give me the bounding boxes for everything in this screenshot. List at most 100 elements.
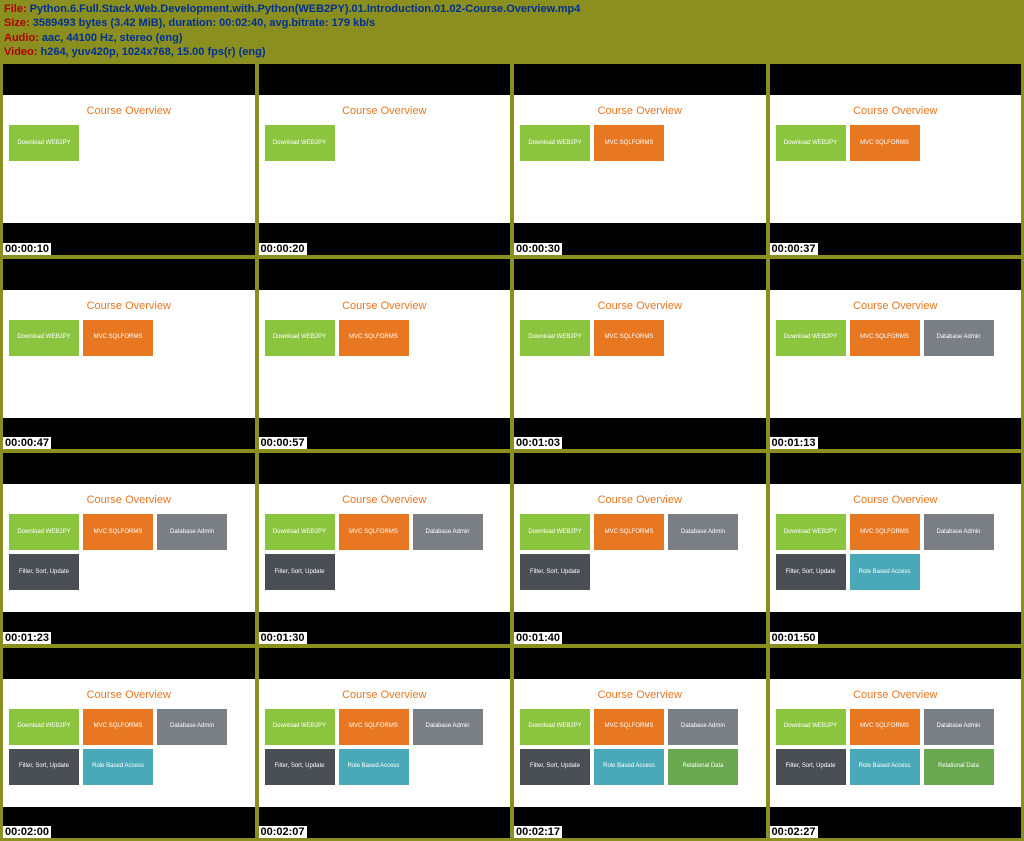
tile-download: Download WEB2PY [776, 514, 846, 550]
tile-filter: Filter, Sort, Update [776, 554, 846, 590]
slide-title: Course Overview [853, 689, 937, 701]
thumbnail-cell[interactable]: Course OverviewDownload WEB2PYMVC SQLFOR… [770, 453, 1022, 644]
media-info-header: File: Python.6.Full.Stack.Web.Developmen… [0, 0, 1024, 61]
timecode: 00:00:10 [3, 243, 51, 255]
slide-title: Course Overview [87, 300, 171, 312]
tile-mvc: MVC SQLFORMS [339, 320, 409, 356]
timecode: 00:01:50 [770, 632, 818, 644]
tile-filter: Filter, Sort, Update [9, 554, 79, 590]
thumbnail-cell[interactable]: Course OverviewDownload WEB2PYMVC SQLFOR… [3, 648, 255, 839]
tile-grid: Download WEB2PYMVC SQLFORMS [520, 320, 664, 356]
tile-dbadmin: Database Admin [924, 320, 994, 356]
thumbnail-cell[interactable]: Course OverviewDownload WEB2PYMVC SQLFOR… [514, 453, 766, 644]
tile-download: Download WEB2PY [776, 320, 846, 356]
tile-dbadmin: Database Admin [413, 709, 483, 745]
thumbnail-cell[interactable]: Course OverviewDownload WEB2PY00:00:20 [259, 64, 511, 255]
tile-grid: Download WEB2PYMVC SQLFORMSDatabase Admi… [776, 709, 994, 785]
slide-title: Course Overview [853, 300, 937, 312]
tile-grid: Download WEB2PYMVC SQLFORMSDatabase Admi… [9, 709, 227, 785]
tile-download: Download WEB2PY [265, 709, 335, 745]
slide-title: Course Overview [87, 494, 171, 506]
timecode: 00:01:23 [3, 632, 51, 644]
tile-mvc: MVC SQLFORMS [850, 320, 920, 356]
tile-download: Download WEB2PY [776, 125, 846, 161]
slide: Course OverviewDownload WEB2PYMVC SQLFOR… [770, 95, 1022, 223]
timecode: 00:00:37 [770, 243, 818, 255]
tile-grid: Download WEB2PYMVC SQLFORMSDatabase Admi… [9, 514, 227, 590]
audio-line: Audio: aac, 44100 Hz, stereo (eng) [4, 31, 1020, 45]
slide-wrap: Course OverviewDownload WEB2PYMVC SQLFOR… [770, 453, 1022, 644]
thumbnail-cell[interactable]: Course Overview Download WEB2PYMVC SQLFOR… [514, 259, 766, 450]
thumbnail-cell[interactable]: Course OverviewDownload WEB2PYMVC SQLFOR… [259, 648, 511, 839]
tile-mvc: MVC SQLFORMS [594, 514, 664, 550]
slide: Course Overview Download WEB2PYMVC SQLFOR… [514, 95, 766, 223]
tile-mvc: MVC SQLFORMS [850, 125, 920, 161]
thumbnail-cell[interactable]: Course Overview Download WEB2PYMVC SQLFOR… [3, 453, 255, 644]
timecode: 00:01:03 [514, 437, 562, 449]
video-label: Video: [4, 46, 40, 58]
tile-filter: Filter, Sort, Update [776, 749, 846, 785]
slide: Course Overview Download WEB2PYMVC SQLFOR… [770, 290, 1022, 418]
tile-download: Download WEB2PY [520, 320, 590, 356]
thumbnail-cell[interactable]: Course Overview Download WEB2PYMVC SQLFOR… [259, 453, 511, 644]
slide-title: Course Overview [598, 300, 682, 312]
thumbnail-cell[interactable]: Course Overview Download WEB2PYMVC SQLFOR… [3, 259, 255, 450]
tile-download: Download WEB2PY [520, 709, 590, 745]
tile-rba: Role Based Access [850, 554, 920, 590]
video-value: h264, yuv420p, 1024x768, 15.00 fps(r) (e… [40, 46, 265, 58]
tile-download: Download WEB2PY [9, 320, 79, 356]
timecode: 00:00:57 [259, 437, 307, 449]
tile-mvc: MVC SQLFORMS [339, 514, 409, 550]
tile-dbadmin: Database Admin [413, 514, 483, 550]
tile-mvc: MVC SQLFORMS [594, 125, 664, 161]
thumbnail-cell[interactable]: Course OverviewDownload WEB2PYMVC SQLFOR… [259, 259, 511, 450]
tile-download: Download WEB2PY [520, 514, 590, 550]
tile-grid: Download WEB2PYMVC SQLFORMSDatabase Admi… [520, 709, 738, 785]
slide: Course OverviewDownload WEB2PYMVC SQLFOR… [770, 484, 1022, 612]
size-value: 3589493 bytes (3.42 MiB), duration: 00:0… [33, 17, 375, 29]
slide-title: Course Overview [342, 105, 426, 117]
timecode: 00:01:13 [770, 437, 818, 449]
tile-rba: Role Based Access [594, 749, 664, 785]
tile-dbadmin: Database Admin [157, 514, 227, 550]
thumbnail-cell[interactable]: Course OverviewDownload WEB2PYMVC SQLFOR… [514, 648, 766, 839]
tile-download: Download WEB2PY [265, 514, 335, 550]
tile-grid: Download WEB2PY [265, 125, 335, 161]
slide-wrap: Course OverviewDownload WEB2PYMVC SQLFOR… [770, 64, 1022, 255]
audio-value: aac, 44100 Hz, stereo (eng) [42, 32, 183, 44]
slide-wrap: Course Overview Download WEB2PYMVC SQLFOR… [770, 259, 1022, 450]
slide-wrap: Course OverviewDownload WEB2PY [3, 64, 255, 255]
slide-wrap: Course OverviewDownload WEB2PYMVC SQLFOR… [514, 453, 766, 644]
thumbnail-cell[interactable]: Course Overview Download WEB2PYMVC SQLFOR… [770, 648, 1022, 839]
slide-wrap: Course Overview Download WEB2PYMVC SQLFOR… [3, 259, 255, 450]
timecode: 00:02:07 [259, 826, 307, 838]
tile-dbadmin: Database Admin [924, 514, 994, 550]
tile-dbadmin: Database Admin [924, 709, 994, 745]
tile-download: Download WEB2PY [9, 514, 79, 550]
tile-download: Download WEB2PY [265, 125, 335, 161]
timecode: 00:02:27 [770, 826, 818, 838]
slide: Course Overview Download WEB2PYMVC SQLFOR… [770, 679, 1022, 807]
slide: Course Overview Download WEB2PYMVC SQLFOR… [3, 290, 255, 418]
thumbnail-cell[interactable]: Course OverviewDownload WEB2PYMVC SQLFOR… [770, 64, 1022, 255]
slide-title: Course Overview [87, 105, 171, 117]
thumbnail-cell[interactable]: Course Overview Download WEB2PYMVC SQLFOR… [770, 259, 1022, 450]
tile-grid: Download WEB2PYMVC SQLFORMS [520, 125, 664, 161]
slide-wrap: Course Overview Download WEB2PYMVC SQLFOR… [514, 64, 766, 255]
tile-filter: Filter, Sort, Update [265, 554, 335, 590]
tile-download: Download WEB2PY [265, 320, 335, 356]
slide-title: Course Overview [342, 494, 426, 506]
tile-grid: Download WEB2PYMVC SQLFORMSDatabase Admi… [265, 514, 483, 590]
thumbnail-cell[interactable]: Course Overview Download WEB2PYMVC SQLFOR… [514, 64, 766, 255]
slide-wrap: Course Overview Download WEB2PYMVC SQLFOR… [3, 453, 255, 644]
slide-title: Course Overview [598, 105, 682, 117]
slide-title: Course Overview [342, 689, 426, 701]
tile-reldata: Relational Data [924, 749, 994, 785]
tile-grid: Download WEB2PYMVC SQLFORMS [9, 320, 153, 356]
tile-mvc: MVC SQLFORMS [594, 709, 664, 745]
tile-grid: Download WEB2PYMVC SQLFORMSDatabase Admi… [776, 514, 994, 590]
thumbnail-cell[interactable]: Course OverviewDownload WEB2PY00:00:10 [3, 64, 255, 255]
tile-download: Download WEB2PY [520, 125, 590, 161]
tile-mvc: MVC SQLFORMS [594, 320, 664, 356]
slide: Course OverviewDownload WEB2PYMVC SQLFOR… [259, 679, 511, 807]
